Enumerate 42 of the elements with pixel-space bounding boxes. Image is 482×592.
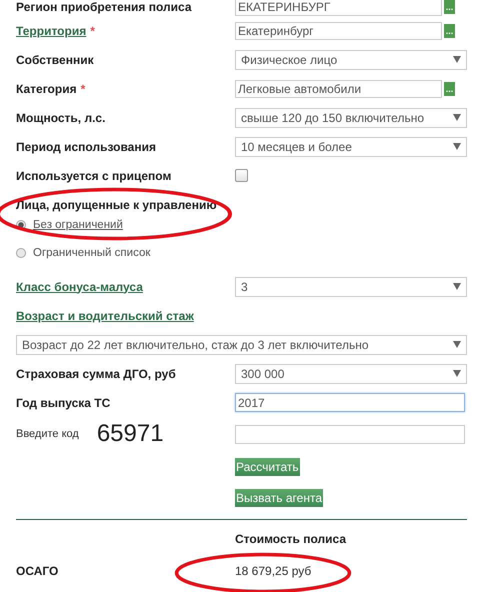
captcha-label: Введите код [16,428,79,440]
action-button[interactable]: Вызвать агента [235,488,323,506]
radio-label[interactable]: Без ограничений [33,219,123,231]
checkbox[interactable] [235,169,248,182]
dropdown-caret-icon [453,56,461,63]
radio-button[interactable] [16,248,26,258]
field-label: Регион приобретения полиса [16,0,192,14]
field-label: Используется с прицепом [16,168,172,182]
text-field[interactable]: ЕКАТЕРИНБУРГ [235,0,442,16]
dropdown-caret-icon [453,143,461,150]
radio-label[interactable]: Ограниченный список [33,247,150,259]
dropdown-caret-icon [453,283,461,290]
select-field[interactable]: свыше 120 до 150 включительно [235,108,467,128]
select-field[interactable]: 300 000 [235,364,467,384]
dropdown-caret-icon [453,341,461,348]
field-label: Страховая сумма ДГО, руб [16,366,176,380]
action-button[interactable]: Рассчитать [235,458,300,476]
policy-price: 18 679,25 руб [235,564,312,578]
group-label: Лица, допущенные к управлению [16,198,216,212]
field-label-link[interactable]: Возраст и водительский стаж [16,308,194,322]
dropdown-caret-icon [453,114,461,121]
select-field[interactable]: 10 месяцев и более [235,136,467,156]
field-label: Год выпуска ТС [16,396,110,410]
result-label: ОСАГО [16,564,58,578]
field-label: Мощность, л.с. [16,110,106,124]
age-experience-select[interactable]: Возраст до 22 лет включительно, стаж до 3 лет включительно [16,334,467,354]
captcha-input-field[interactable] [235,424,465,444]
captcha-code: 65971 [96,420,164,448]
required-mark: * [80,82,86,96]
field-label-link[interactable]: Территория [16,24,86,38]
select-field[interactable]: 3 [235,276,467,296]
text-field[interactable]: Екатеринбург [235,22,442,40]
text-field[interactable]: Легковые автомобили [235,80,442,98]
field-label: Собственник [16,52,94,66]
required-mark: * [90,24,95,38]
dropdown-caret-icon [453,370,461,377]
field-label: Период использования [16,140,156,154]
field-label: Категория [16,82,77,96]
column-header: Стоимость полиса [235,532,346,546]
field-label-link[interactable]: Класс бонуса-малуса [16,280,143,294]
text-field[interactable]: 2017 [235,393,465,412]
select-field[interactable]: Физическое лицо [235,50,467,70]
